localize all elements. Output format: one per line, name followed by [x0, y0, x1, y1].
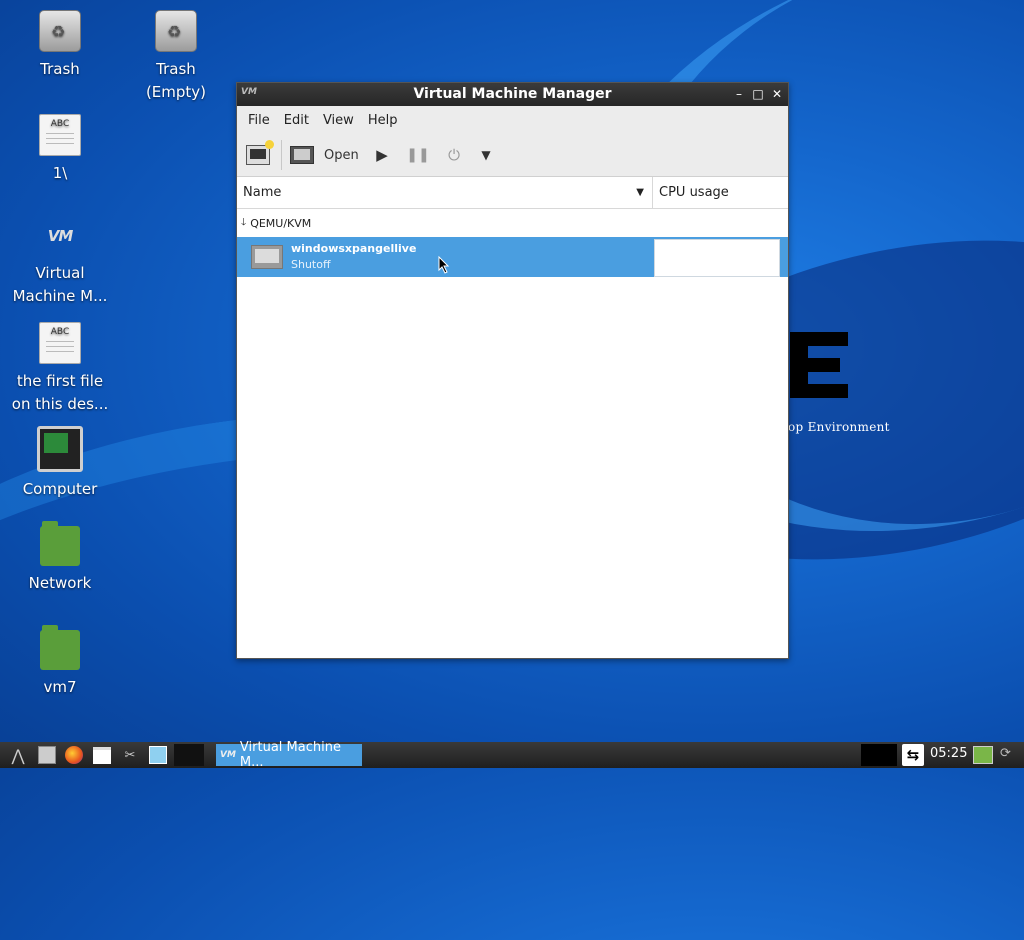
window-titlebar[interactable]: VM Virtual Machine Manager – □ ✕ — [237, 83, 788, 106]
desktop-icon-computer[interactable]: Computer — [5, 426, 115, 501]
vm-monitor-icon — [251, 245, 283, 269]
toolbar: Open ▶ ❚❚ ⏻ ▼ — [237, 134, 788, 177]
menu-file[interactable]: File — [241, 113, 277, 128]
desktop-icon-trash-empty[interactable]: Trash (Empty) — [121, 10, 231, 104]
new-vm-icon — [246, 140, 274, 165]
run-button[interactable]: ▶ — [364, 146, 400, 164]
menu-help[interactable]: Help — [361, 113, 405, 128]
menu-edit[interactable]: Edit — [277, 113, 316, 128]
vm-name: windowsxpangellive — [291, 242, 417, 255]
close-button[interactable]: ✕ — [768, 85, 786, 103]
tools-icon: ✂ — [124, 747, 136, 763]
pause-icon: ❚❚ — [406, 147, 430, 163]
minimize-button[interactable]: – — [730, 85, 748, 103]
lxde-menu-icon: ⋀ — [11, 745, 25, 765]
connection-label: QEMU/KVM — [250, 216, 312, 230]
open-label: Open — [324, 147, 359, 163]
expand-arrow-icon: 🡓 — [241, 216, 247, 228]
folder-icon — [40, 625, 80, 670]
window-icon — [93, 746, 111, 764]
desktop-icon-vm7[interactable]: vm7 — [5, 625, 115, 699]
column-header-name[interactable]: Name ▼ — [237, 177, 653, 208]
computer-icon — [37, 426, 83, 472]
column-header-cpu[interactable]: CPU usage — [653, 177, 729, 208]
refresh-icon[interactable]: ⟳ — [1000, 746, 1011, 761]
pause-button[interactable]: ❚❚ — [400, 147, 436, 163]
desktop-icon-virt-manager[interactable]: VM Virtual Machine M... — [5, 216, 115, 308]
trash-icon — [39, 10, 81, 52]
shutdown-menu-button[interactable]: ▼ — [472, 148, 500, 162]
desktop-icon — [149, 746, 167, 764]
workspace-pager[interactable] — [174, 744, 204, 766]
wallpaper-logo — [790, 332, 848, 398]
desktop-icon-file-1[interactable]: ABC 1\ — [5, 114, 115, 185]
new-vm-button[interactable] — [243, 140, 274, 165]
cpu-monitor-widget — [861, 744, 897, 766]
window-title: Virtual Machine Manager — [413, 86, 612, 102]
tools-launcher[interactable]: ✂ — [118, 744, 142, 766]
toolbar-separator — [281, 140, 282, 170]
virt-manager-icon: VM — [220, 750, 236, 760]
desktop-icon-first-file[interactable]: ABC the first file on this des... — [5, 322, 115, 416]
vm-row[interactable]: windowsxpangellive Shutoff — [237, 237, 788, 277]
file-manager-launcher[interactable] — [36, 744, 58, 766]
virt-manager-window: VM Virtual Machine Manager – □ ✕ File Ed… — [236, 82, 789, 659]
desktop-launcher[interactable] — [146, 744, 170, 766]
desktop-icon-trash[interactable]: Trash — [5, 10, 115, 81]
column-header: Name ▼ CPU usage — [237, 177, 788, 209]
taskbar-task-virt-manager[interactable]: VM Virtual Machine M... — [216, 740, 362, 770]
power-icon: ⏻ — [448, 146, 460, 164]
document-icon: ABC — [39, 114, 81, 156]
monitor-icon — [290, 146, 314, 164]
desktop-icon-network[interactable]: Network — [5, 521, 115, 595]
shutdown-button[interactable]: ⏻ — [436, 146, 472, 164]
clock[interactable]: 05:25 — [930, 746, 967, 761]
folder-icon — [40, 521, 80, 566]
firefox-icon — [65, 746, 83, 764]
firefox-launcher[interactable] — [62, 744, 86, 766]
terminal-launcher[interactable] — [90, 744, 114, 766]
start-menu-button[interactable]: ⋀ — [4, 744, 32, 766]
network-icon[interactable] — [973, 746, 993, 764]
vm-status: Shutoff — [291, 258, 331, 271]
virt-manager-icon: VM — [47, 227, 74, 245]
document-icon: ABC — [39, 322, 81, 364]
chevron-down-icon: ▼ — [481, 148, 491, 162]
file-cabinet-icon — [38, 746, 56, 764]
trash-icon — [155, 10, 197, 52]
cpu-usage-graph — [654, 239, 780, 277]
menubar: File Edit View Help — [237, 106, 788, 134]
menu-view[interactable]: View — [316, 113, 361, 128]
sort-arrow-icon: ▼ — [636, 187, 644, 198]
switch-user-icon[interactable]: ⇆ — [902, 744, 924, 766]
maximize-button[interactable]: □ — [749, 85, 767, 103]
open-button[interactable]: Open — [290, 146, 364, 164]
connection-row[interactable]: 🡓 QEMU/KVM — [237, 209, 788, 237]
play-icon: ▶ — [376, 146, 388, 164]
wallpaper-logo-text: op Environment — [788, 420, 890, 434]
